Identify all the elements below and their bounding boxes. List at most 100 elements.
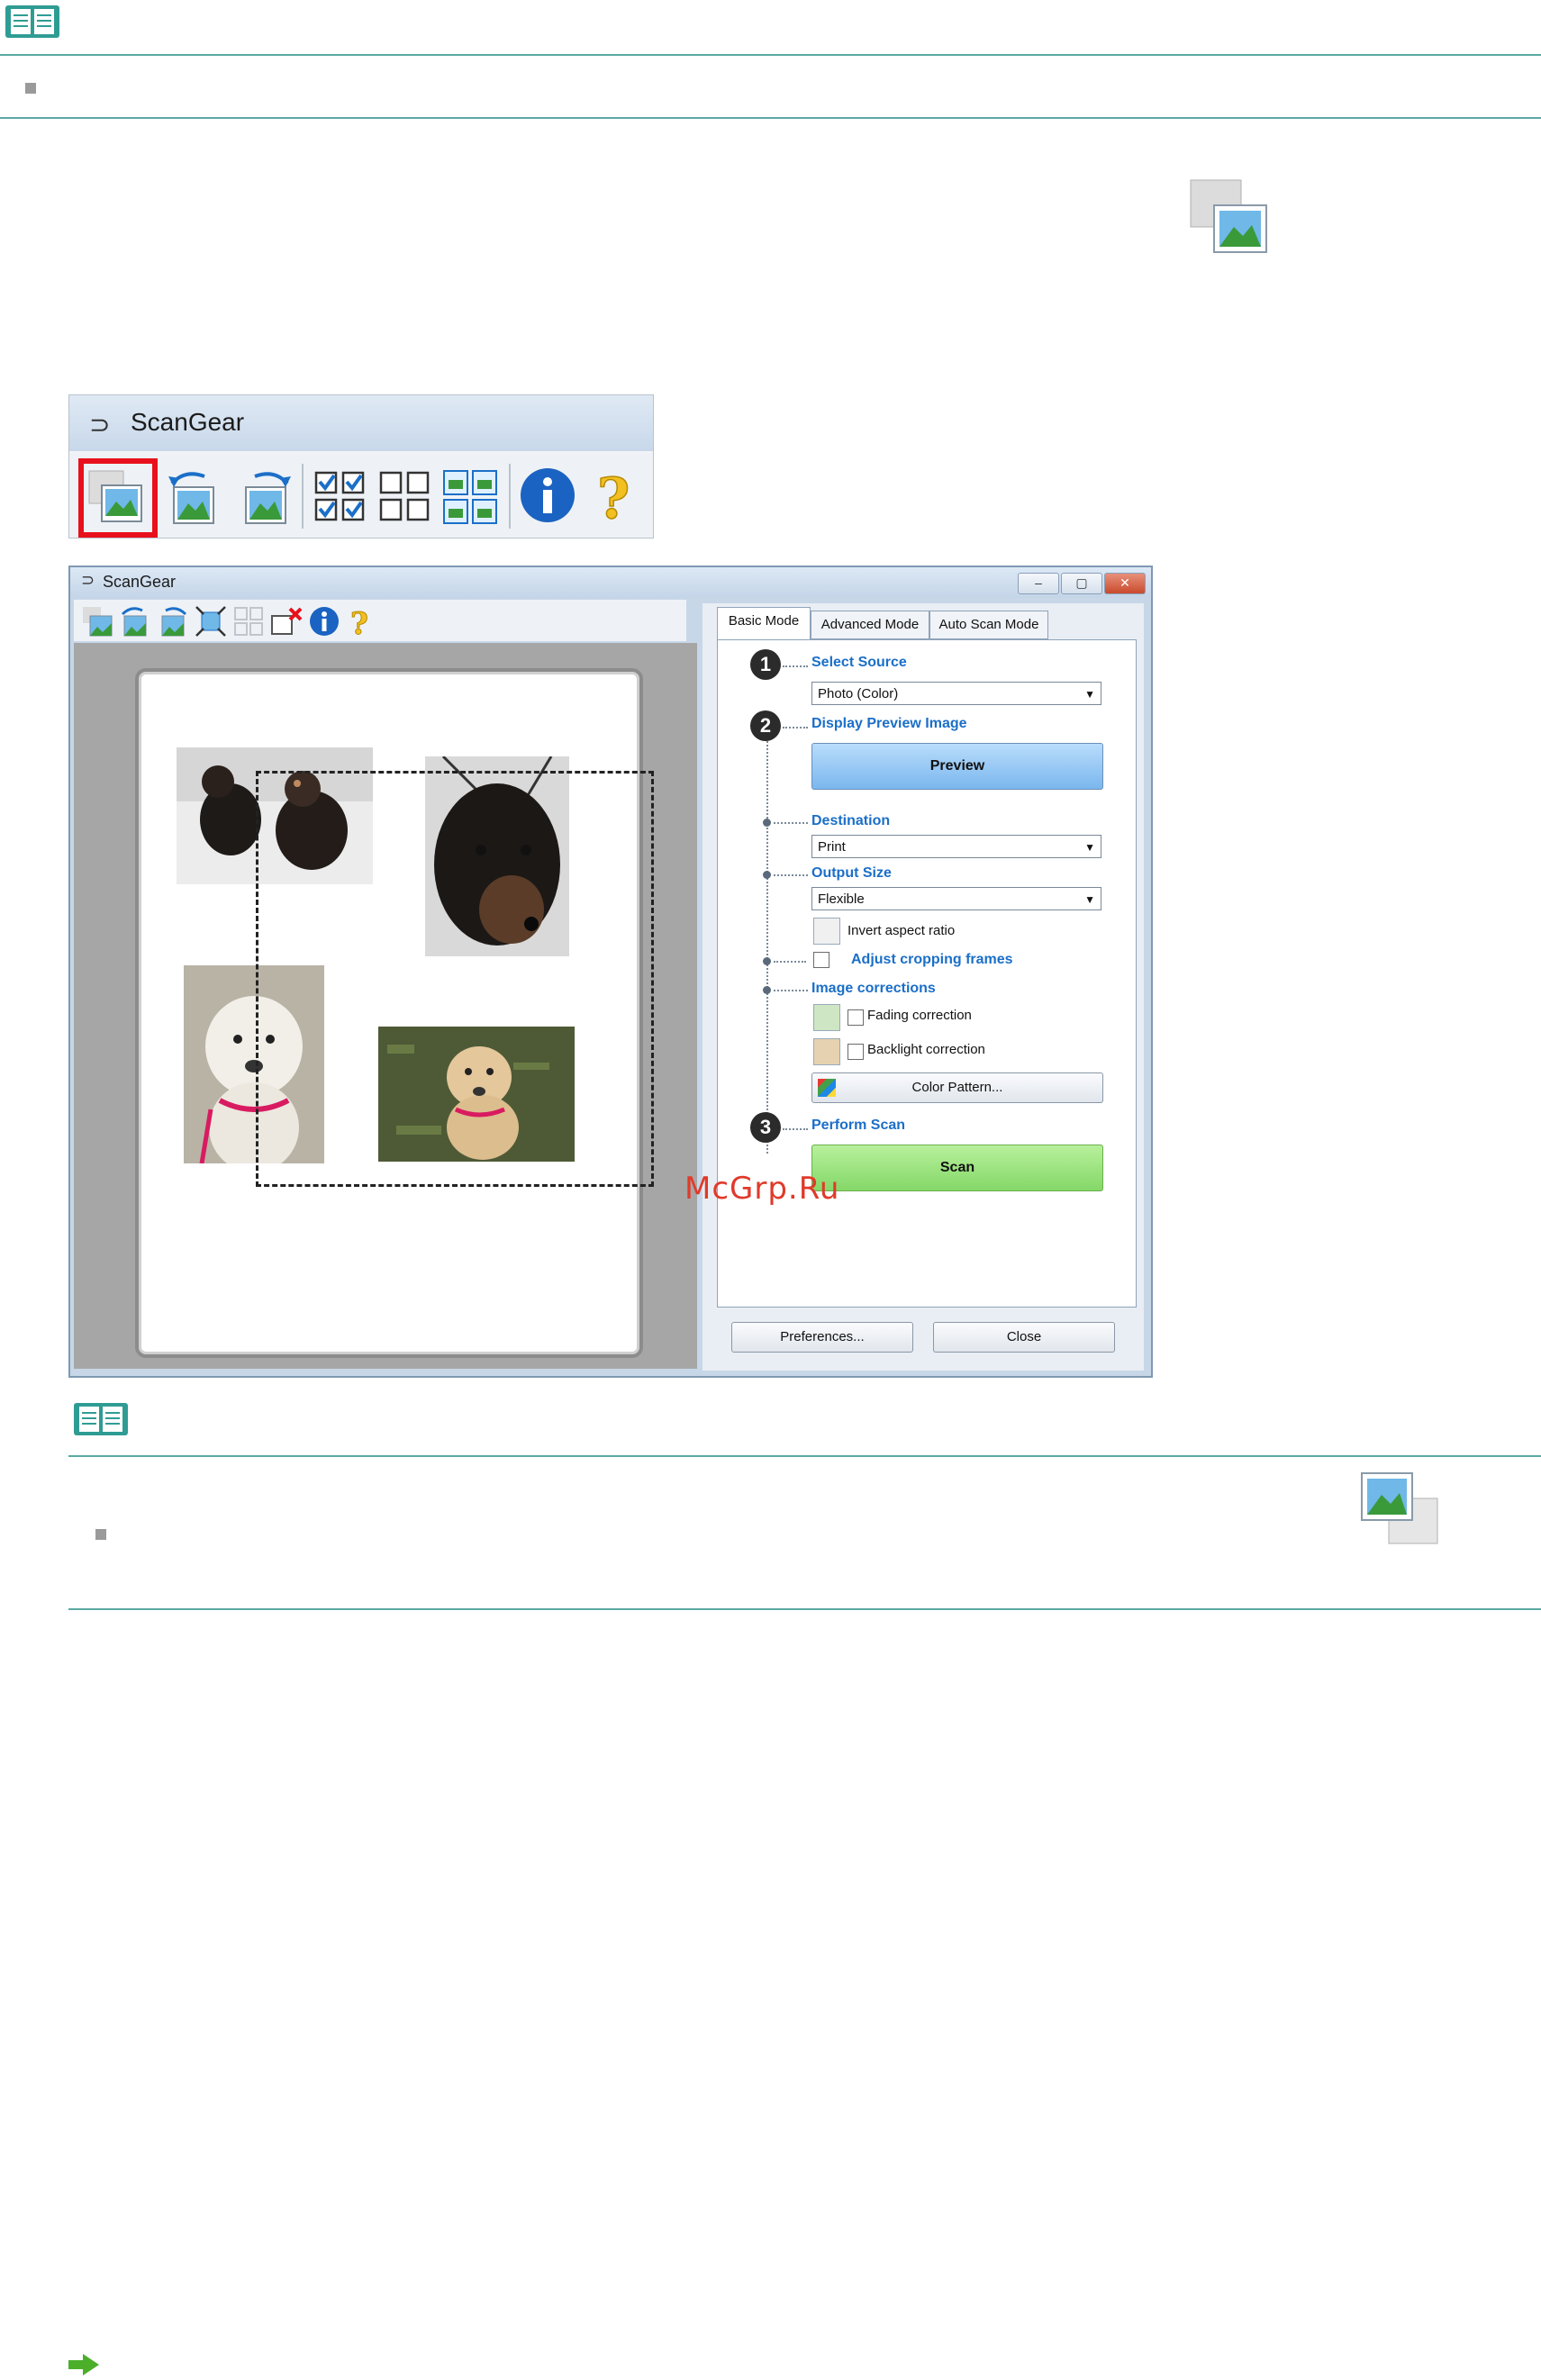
help-icon[interactable]: ? <box>586 466 646 525</box>
fading-correction-icon <box>813 1004 840 1031</box>
preview-area[interactable] <box>74 643 697 1369</box>
rotate-right-icon[interactable] <box>157 605 189 638</box>
chevron-down-icon: ▼ <box>1084 841 1095 854</box>
platen-image <box>135 668 654 1358</box>
auto-crop-icon[interactable] <box>81 605 113 638</box>
tab-auto-scan-mode[interactable]: Auto Scan Mode <box>929 611 1048 639</box>
adjust-cropping-checkbox[interactable] <box>813 952 829 968</box>
fading-correction-label: Fading correction <box>867 1008 972 1023</box>
backlight-correction-checkbox[interactable] <box>848 1044 864 1060</box>
info-icon[interactable] <box>308 605 340 638</box>
arrow-right-icon[interactable] <box>68 2354 99 2375</box>
close-window-button[interactable]: ✕ <box>1104 573 1146 594</box>
chevron-down-icon: ▼ <box>1084 893 1095 906</box>
scangear-logo-icon: ⊃ <box>81 571 95 589</box>
rotate-left-icon[interactable] <box>165 467 224 527</box>
scan-button[interactable]: Scan <box>811 1145 1103 1191</box>
destination-dot <box>763 819 771 827</box>
image-scan-icon <box>1190 179 1267 253</box>
auto-crop-frames-icon[interactable] <box>195 605 227 638</box>
step-3-leader <box>783 1128 808 1130</box>
note-rule-top <box>0 54 1541 56</box>
fading-correction-checkbox[interactable] <box>848 1009 864 1026</box>
note-rule-bottom-2 <box>68 1608 1541 1610</box>
select-source-dropdown[interactable]: Photo (Color) ▼ <box>811 682 1101 705</box>
basic-mode-pane: 1 Select Source Photo (Color) ▼ 2 Displa… <box>717 639 1137 1308</box>
output-size-value: Flexible <box>818 891 865 907</box>
select-all-frames-icon <box>234 607 263 636</box>
note-bullet <box>25 83 36 94</box>
toolbar-screenshot: ⊃ ScanGear ? <box>68 394 654 538</box>
color-pattern-label: Color Pattern... <box>911 1080 1003 1095</box>
tab-basic-mode[interactable]: Basic Mode <box>717 607 811 641</box>
destination-leader <box>774 822 808 824</box>
settings-panel: Basic Mode Advanced Mode Auto Scan Mode … <box>703 603 1144 1371</box>
adjust-cropping-leader <box>774 961 806 963</box>
output-size-dot <box>763 871 771 879</box>
image-corrections-label: Image corrections <box>811 981 936 996</box>
toolbar-title: ScanGear <box>131 408 245 436</box>
adjust-cropping-label: Adjust cropping frames <box>851 952 1013 967</box>
scangear-window: ⊃ ScanGear – ▢ ✕ ? Basic Mode Advanced M… <box>68 566 1153 1378</box>
close-button[interactable]: Close <box>933 1322 1115 1353</box>
cropping-frame[interactable] <box>256 771 654 1187</box>
toolbar-titlebar: ⊃ ScanGear <box>69 395 653 451</box>
select-all-frames-icon[interactable] <box>311 467 370 527</box>
window-titlebar: ⊃ ScanGear – ▢ ✕ <box>70 567 1151 598</box>
destination-label: Destination <box>811 813 891 828</box>
clear-frames-icon[interactable] <box>376 467 435 527</box>
invert-aspect-ratio-label: Invert aspect ratio <box>848 923 956 938</box>
delete-frame-icon[interactable] <box>270 605 303 638</box>
step-1-badge: 1 <box>750 649 781 680</box>
multi-crop-icon[interactable] <box>440 467 500 527</box>
watermark-text: McGrp.Ru <box>684 1171 840 1207</box>
toolbar-separator-2 <box>509 464 511 529</box>
preferences-button[interactable]: Preferences... <box>731 1322 913 1353</box>
preview-button[interactable]: Preview <box>811 743 1103 790</box>
display-preview-label: Display Preview Image <box>811 716 967 731</box>
destination-dropdown[interactable]: Print ▼ <box>811 835 1101 858</box>
scangear-logo-icon: ⊃ <box>89 411 111 439</box>
toolbar-bar: ? <box>69 453 653 538</box>
single-image-scan-icon <box>1361 1472 1438 1544</box>
step-2-badge: 2 <box>750 710 781 741</box>
toolbar-highlight <box>78 458 158 538</box>
backlight-correction-label: Backlight correction <box>867 1042 985 1057</box>
color-pattern-icon <box>818 1079 836 1097</box>
info-icon[interactable] <box>518 466 577 525</box>
step-3-badge: 3 <box>750 1112 781 1143</box>
color-pattern-button[interactable]: Color Pattern... <box>811 1072 1103 1103</box>
image-corrections-leader <box>774 990 808 991</box>
svg-text:?: ? <box>597 466 630 525</box>
destination-value: Print <box>818 839 846 855</box>
step-1-leader <box>783 665 808 667</box>
rotate-right-icon[interactable] <box>235 467 295 527</box>
maximize-button[interactable]: ▢ <box>1061 573 1102 594</box>
note-rule-top-2 <box>68 1455 1541 1457</box>
output-size-dropdown[interactable]: Flexible ▼ <box>811 887 1101 910</box>
toolbar-separator <box>302 464 304 529</box>
backlight-correction-icon <box>813 1038 840 1065</box>
adjust-cropping-dot <box>763 957 771 965</box>
note-book-icon <box>5 5 59 38</box>
step-connector <box>766 730 768 1154</box>
window-title: ScanGear <box>103 573 177 591</box>
select-source-label: Select Source <box>811 655 907 670</box>
step-2-leader <box>783 727 808 728</box>
output-size-leader <box>774 874 808 876</box>
select-source-value: Photo (Color) <box>818 686 899 701</box>
svg-text:?: ? <box>350 606 368 638</box>
invert-aspect-ratio-icon[interactable] <box>813 918 840 945</box>
minimize-button[interactable]: – <box>1018 573 1059 594</box>
perform-scan-label: Perform Scan <box>811 1118 906 1133</box>
note-bullet-2 <box>95 1529 106 1540</box>
window-toolbar: ? <box>74 600 686 641</box>
image-corrections-dot <box>763 986 771 994</box>
help-icon[interactable]: ? <box>344 605 376 638</box>
chevron-down-icon: ▼ <box>1084 688 1095 701</box>
tab-advanced-mode[interactable]: Advanced Mode <box>811 611 929 639</box>
note-book-icon <box>74 1403 128 1435</box>
note-rule-bottom <box>0 117 1541 119</box>
rotate-left-icon[interactable] <box>119 605 151 638</box>
output-size-label: Output Size <box>811 865 892 881</box>
